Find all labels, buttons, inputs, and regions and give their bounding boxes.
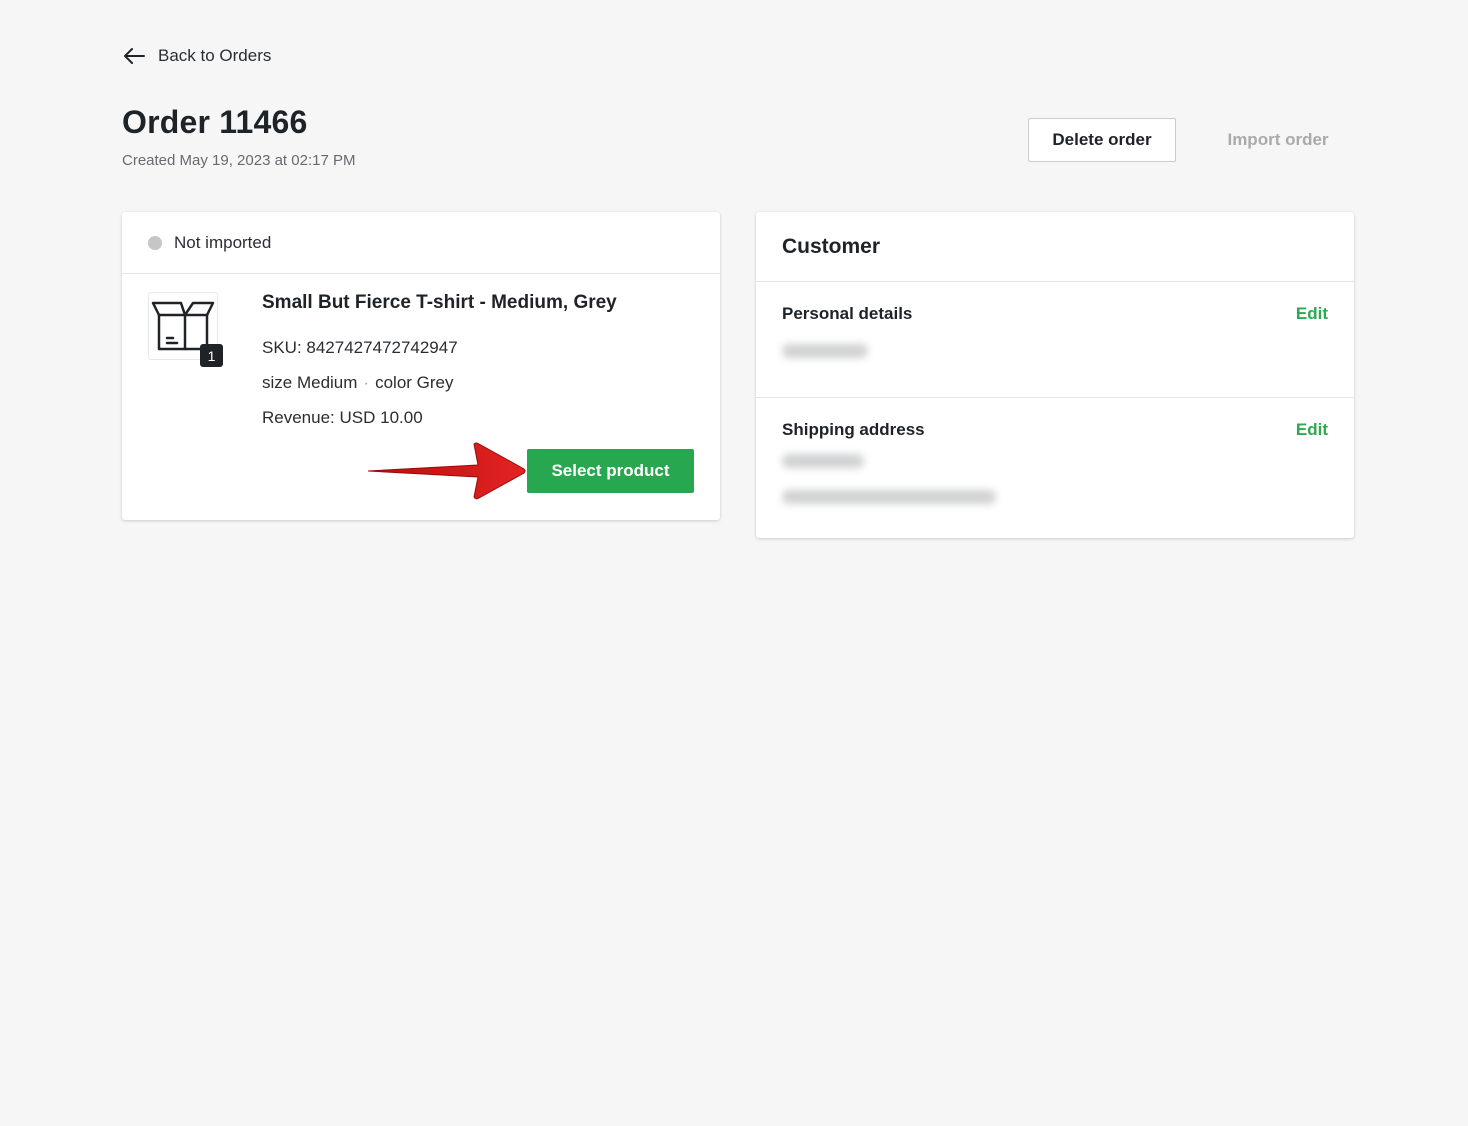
red-arrow-annotation (366, 440, 530, 507)
order-created-date: Created May 19, 2023 at 02:17 PM (122, 152, 356, 169)
personal-details-title: Personal details (782, 304, 913, 323)
customer-card-title: Customer (756, 212, 1354, 282)
variant-color: color Grey (375, 373, 454, 392)
shipping-address-section: Shipping address Edit (756, 398, 1354, 538)
quantity-badge: 1 (200, 344, 223, 367)
product-variant: size Medium · color Grey (262, 373, 454, 393)
redacted-address-line-2 (782, 490, 996, 504)
import-status: Not imported (122, 212, 720, 274)
page-title: Order 11466 (122, 104, 308, 140)
order-items-card: Not imported 1 Small But Fierce T-shirt … (122, 212, 720, 520)
redacted-address-line-1 (782, 454, 864, 468)
product-sku: SKU: 8427427472742947 (262, 338, 458, 357)
product-name: Small But Fierce T-shirt - Medium, Grey (262, 292, 617, 313)
delete-order-button[interactable]: Delete order (1028, 118, 1176, 162)
back-to-orders-link[interactable]: Back to Orders (122, 42, 271, 70)
edit-personal-details-link[interactable]: Edit (1296, 304, 1328, 324)
product-revenue: Revenue: USD 10.00 (262, 408, 423, 427)
variant-size: size Medium (262, 373, 358, 392)
edit-shipping-address-link[interactable]: Edit (1296, 420, 1328, 440)
shipping-address-title: Shipping address (782, 420, 925, 439)
personal-details-section: Personal details Edit (756, 282, 1354, 398)
status-label: Not imported (174, 232, 272, 252)
arrow-left-icon (122, 47, 146, 65)
back-link-label: Back to Orders (158, 46, 272, 65)
redacted-customer-name (782, 344, 868, 358)
customer-card: Customer Personal details Edit Shipping … (756, 212, 1354, 538)
select-product-button[interactable]: Select product (527, 449, 694, 493)
status-dot-icon (148, 235, 162, 250)
order-page: Back to Orders Order 11466 Created May 1… (0, 0, 1468, 1126)
import-order-button[interactable]: Import order (1204, 118, 1352, 162)
variant-separator: · (363, 373, 370, 392)
